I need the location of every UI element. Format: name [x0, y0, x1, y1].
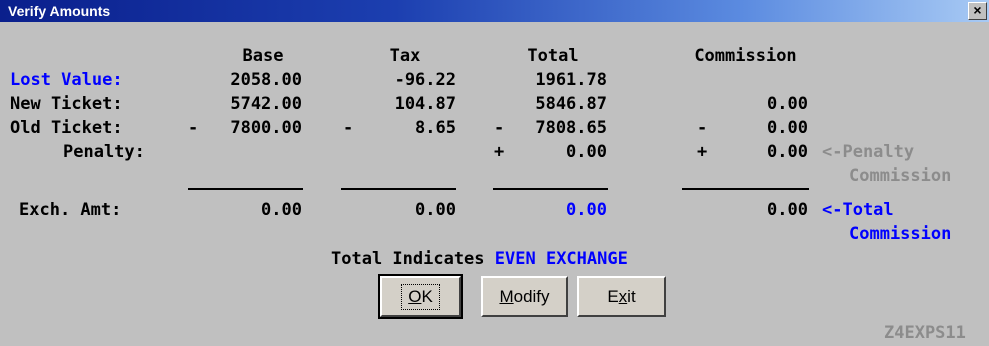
penalty-label: Penalty: — [63, 142, 145, 162]
status-prefix: Total Indicates — [331, 249, 485, 269]
exch-amt-total: 0.00 — [566, 200, 607, 220]
old-ticket-label: Old Ticket: — [10, 118, 123, 138]
header-total: Total — [527, 46, 579, 66]
lost-value-tax: -96.22 — [394, 70, 456, 90]
commission-separator — [682, 188, 809, 190]
modify-button-label: Modify — [499, 286, 550, 306]
close-button[interactable]: × — [968, 2, 987, 20]
exch-amt-tax: 0.00 — [415, 200, 456, 220]
penalty-commission-note-line1: <-Penalty — [822, 142, 915, 162]
header-commission: Commission — [694, 46, 797, 66]
exch-amt-commission: 0.00 — [767, 200, 808, 220]
total-separator — [493, 188, 608, 190]
exit-button[interactable]: Exit — [577, 276, 666, 317]
exch-amt-label: Exch. Amt: — [19, 200, 122, 220]
penalty-commission-note-line2: Commission — [849, 166, 952, 186]
exch-amt-base: 0.00 — [261, 200, 302, 220]
tax-separator — [341, 188, 456, 190]
window-title: Verify Amounts — [8, 3, 111, 19]
penalty-total: 0.00 — [566, 142, 607, 162]
lost-value-label: Lost Value: — [10, 70, 123, 90]
header-base: Base — [242, 46, 284, 66]
lost-value-base: 2058.00 — [230, 70, 302, 90]
base-separator — [188, 188, 303, 190]
old-ticket-tax: 8.65 — [415, 118, 456, 138]
total-commission-note-line2: Commission — [849, 224, 952, 244]
old-ticket-commission: 0.00 — [767, 118, 808, 138]
new-ticket-base: 5742.00 — [230, 94, 302, 114]
lost-value-total: 1961.78 — [535, 70, 607, 90]
total-commission-note-line1: <-Total — [822, 200, 894, 220]
new-ticket-label: New Ticket: — [10, 94, 123, 114]
screen-code: Z4EXPS11 — [884, 323, 966, 343]
old-ticket-total: 7808.65 — [535, 118, 607, 138]
status-message: Total Indicates EVEN EXCHANGE — [331, 249, 628, 269]
exchange-type: EVEN EXCHANGE — [494, 249, 628, 269]
title-bar[interactable]: Verify Amounts × — [0, 0, 989, 22]
old-ticket-base: 7800.00 — [230, 118, 302, 138]
modify-button[interactable]: Modify — [481, 276, 568, 317]
new-ticket-commission: 0.00 — [767, 94, 808, 114]
exit-button-label: Exit — [607, 286, 636, 306]
new-ticket-total: 5846.87 — [535, 94, 607, 114]
new-ticket-tax: 104.87 — [394, 94, 456, 114]
verify-amounts-dialog: Verify Amounts × Base Tax Total Commissi… — [0, 0, 989, 346]
header-tax: Tax — [389, 46, 421, 66]
close-icon: × — [973, 2, 982, 18]
penalty-commission: 0.00 — [767, 142, 808, 162]
ok-button[interactable]: OK — [378, 274, 463, 319]
ok-button-label: OK — [401, 283, 440, 310]
old-ticket-base-sign: - — [188, 118, 199, 138]
